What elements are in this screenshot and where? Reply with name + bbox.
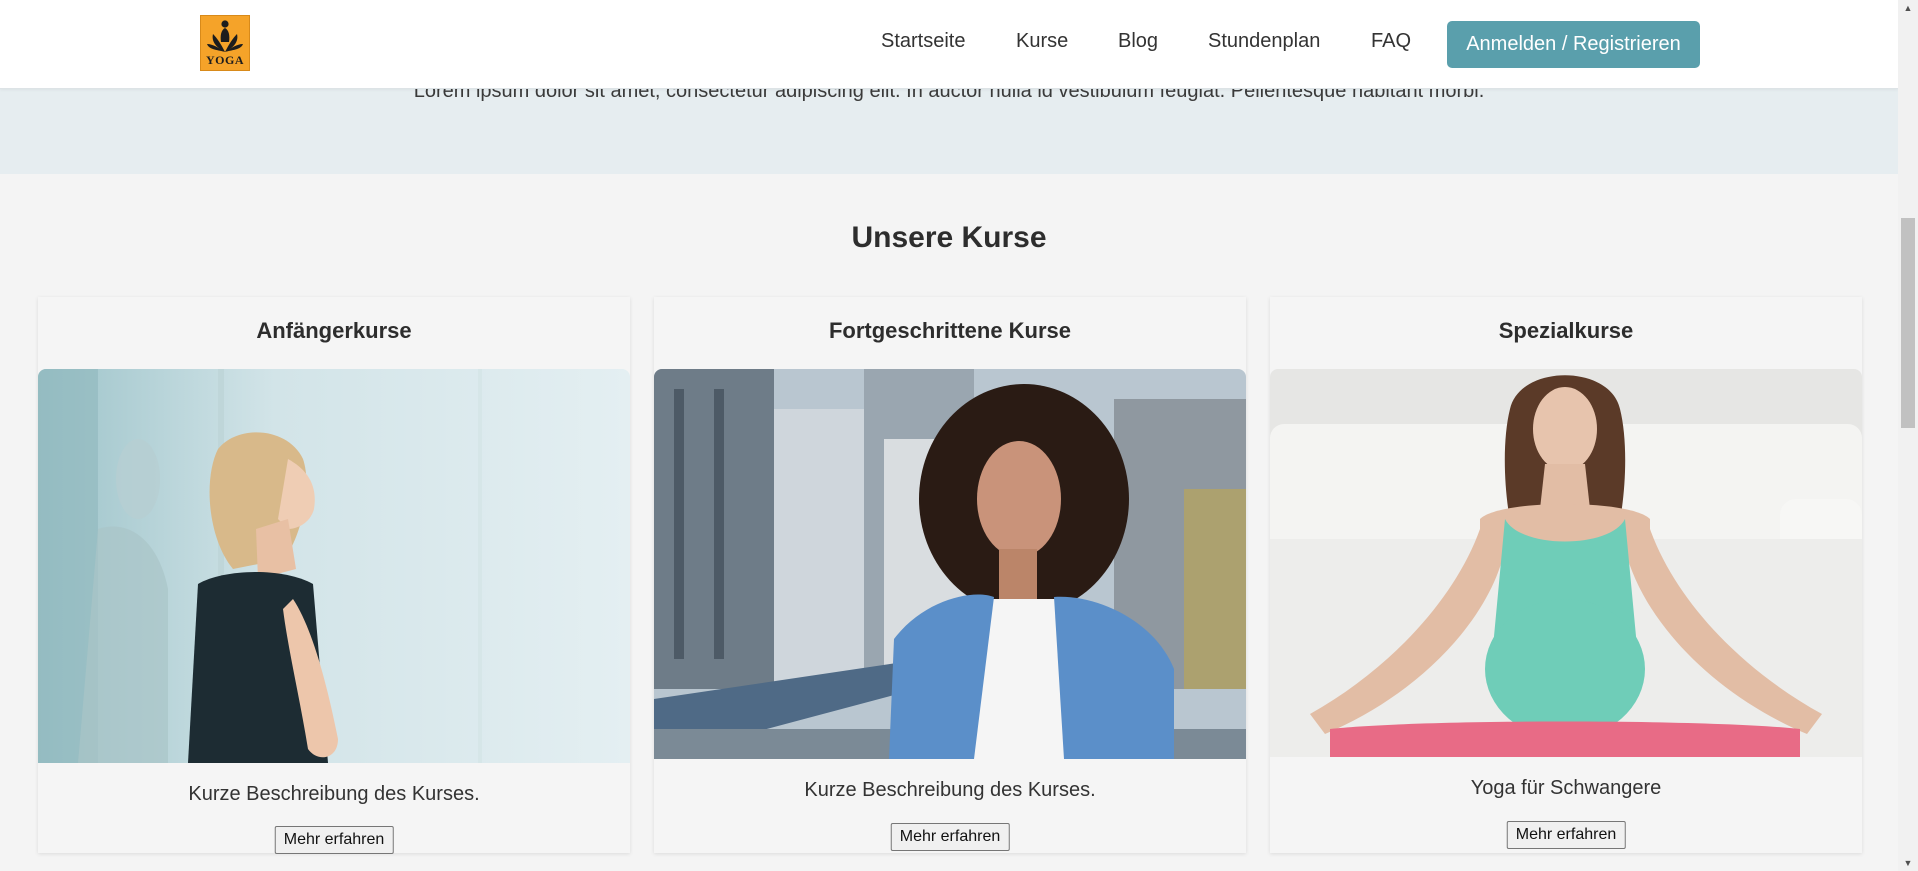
page-scrollbar[interactable]: ▲ ▼	[1898, 0, 1918, 871]
course-card-description: Kurze Beschreibung des Kurses.	[804, 779, 1096, 801]
section-title: Unsere Kurse	[851, 221, 1047, 254]
course-card-image	[38, 369, 630, 763]
course-card-title: Fortgeschrittene Kurse	[828, 318, 1072, 343]
course-card-title: Spezialkurse	[1498, 318, 1634, 343]
more-info-button[interactable]: Mehr erfahren	[274, 826, 394, 854]
course-card-beginner: Anfängerkurse Kurze Beschreibung des Kur…	[38, 297, 630, 854]
nav-kurse[interactable]: Kurse	[1016, 30, 1068, 53]
login-register-button[interactable]: Anmelden / Registrieren	[1447, 21, 1700, 68]
nav-stundenplan[interactable]: Stundenplan	[1208, 30, 1320, 53]
course-card-special: Spezialkurse Yoga für Schwangere Mehr er	[1270, 297, 1862, 853]
course-card-image	[654, 369, 1246, 759]
nav-blog[interactable]: Blog	[1118, 30, 1158, 53]
scrollbar-thumb[interactable]	[1901, 218, 1915, 428]
lotus-meditation-icon	[207, 20, 243, 52]
scroll-down-arrow-icon[interactable]: ▼	[1898, 855, 1918, 871]
more-info-button[interactable]: Mehr erfahren	[890, 823, 1010, 851]
woman-breathing-photo	[38, 369, 630, 763]
nav-faq[interactable]: FAQ	[1371, 30, 1411, 53]
course-card-description: Yoga für Schwangere	[1470, 777, 1662, 799]
course-card-advanced: Fortgeschrittene Kurse Kurze Beschreibun…	[654, 297, 1246, 853]
course-card-title: Anfängerkurse	[256, 318, 412, 343]
yoga-logo[interactable]: YOGA	[200, 15, 250, 71]
navbar: YOGA Startseite Kurse Blog Stundenplan F…	[0, 0, 1898, 89]
scroll-up-arrow-icon[interactable]: ▲	[1898, 0, 1918, 16]
woman-city-photo	[654, 369, 1246, 759]
logo-text: YOGA	[206, 53, 244, 67]
pregnant-yoga-photo	[1270, 369, 1862, 757]
more-info-button[interactable]: Mehr erfahren	[1506, 821, 1626, 849]
nav-startseite[interactable]: Startseite	[881, 30, 965, 53]
course-card-description: Kurze Beschreibung des Kurses.	[188, 783, 480, 805]
course-card-image	[1270, 369, 1862, 757]
